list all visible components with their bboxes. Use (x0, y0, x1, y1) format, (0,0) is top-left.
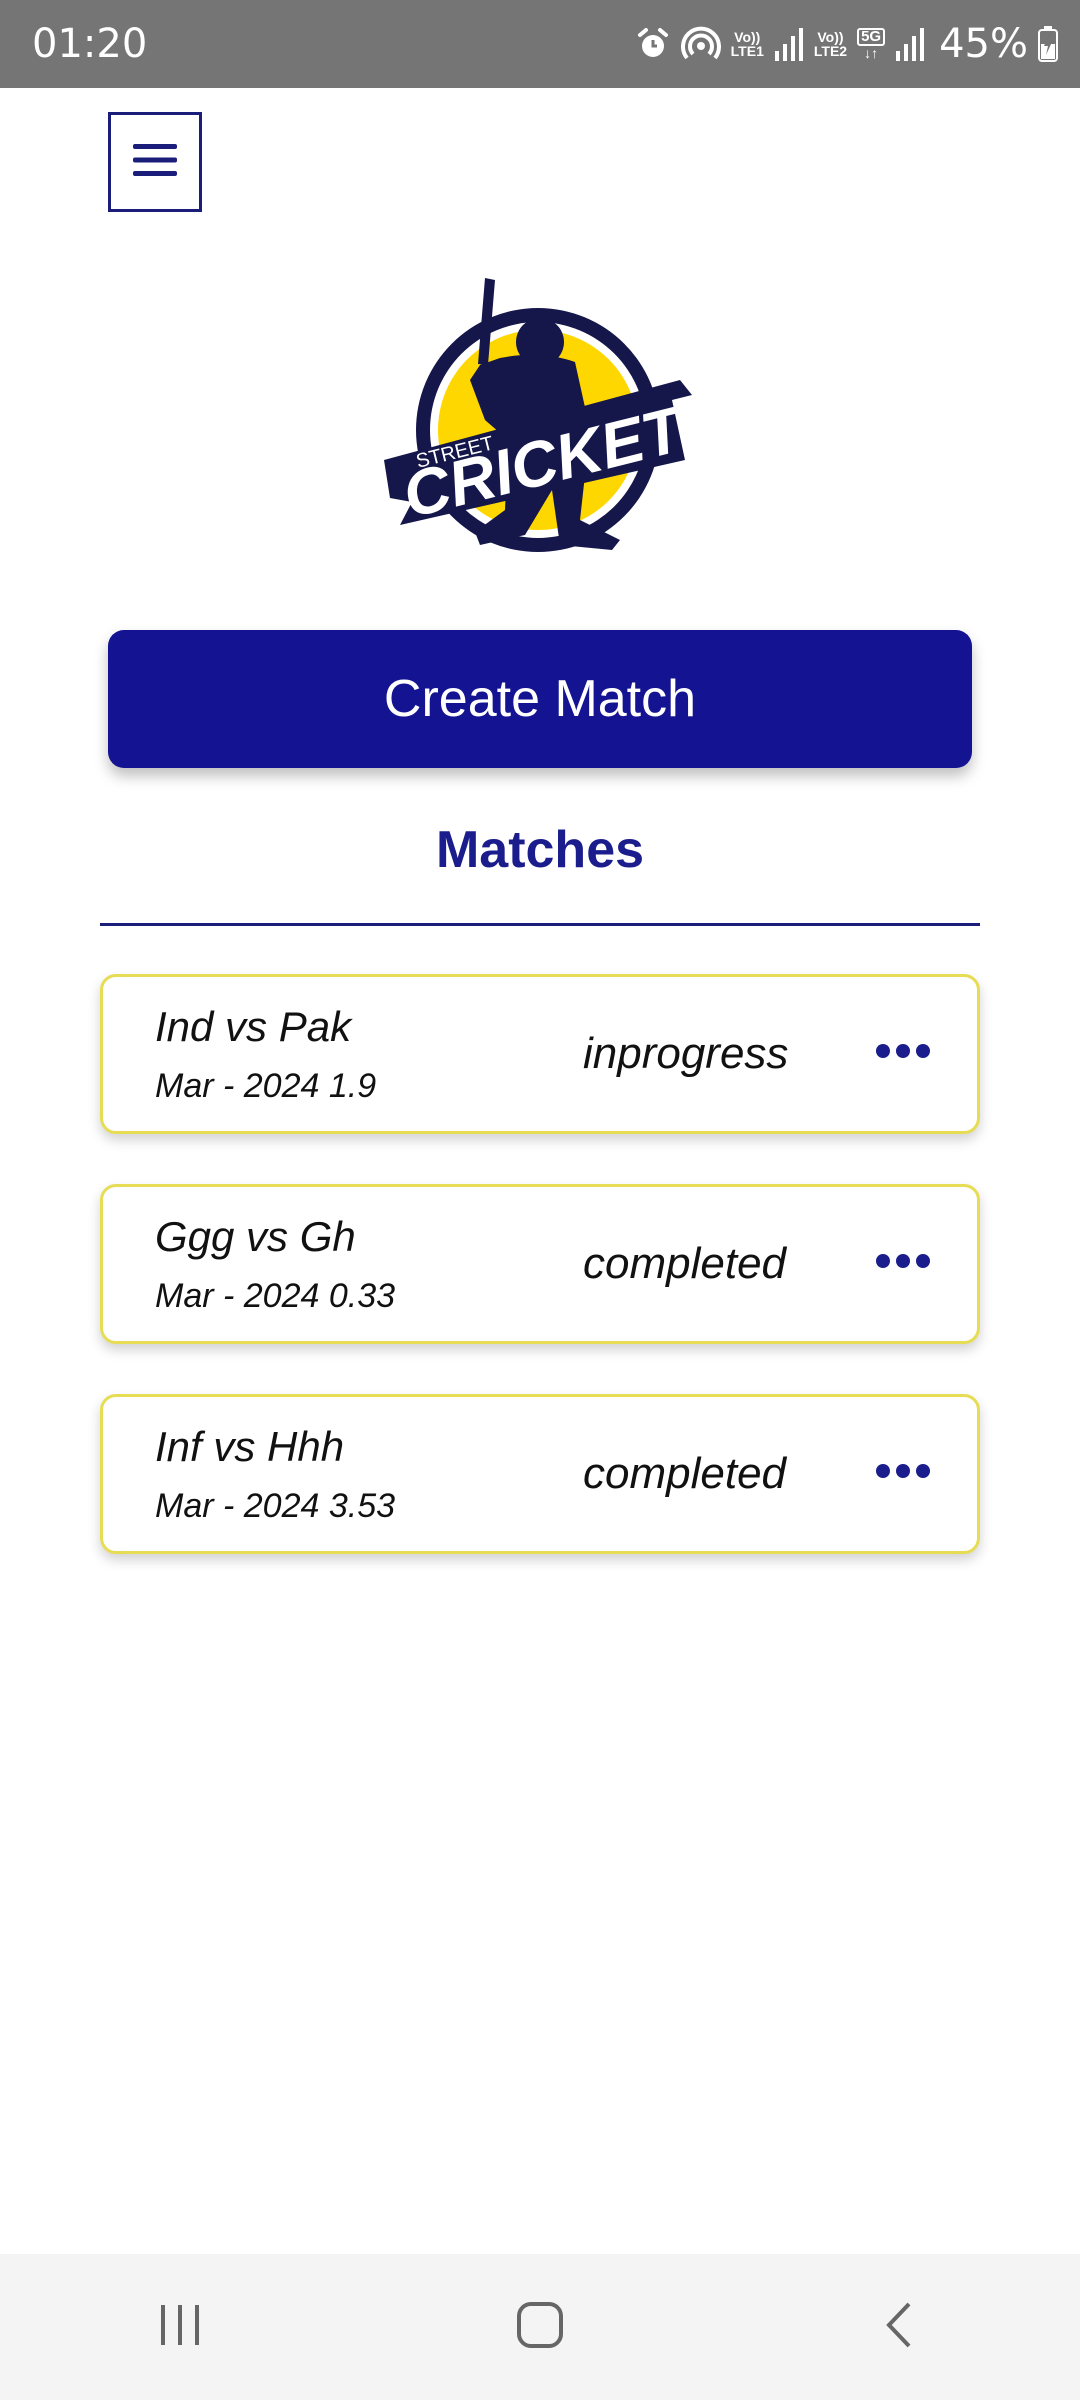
match-date: Mar - 2024 1.9 (155, 1067, 377, 1105)
more-horizontal-icon (875, 1463, 931, 1484)
match-card[interactable]: Ind vs Pak Mar - 2024 1.9 inprogress (100, 974, 980, 1134)
match-date: Mar - 2024 3.53 (155, 1487, 396, 1525)
back-icon (875, 2300, 925, 2355)
status-icons: Vo)) LTE1 Vo)) LTE2 5G ↓↑ 45% (635, 0, 1058, 88)
match-name: Ind vs Pak (155, 1003, 352, 1050)
signal-icon (774, 27, 804, 61)
signal-icon (895, 27, 925, 61)
more-options-button[interactable] (873, 1033, 933, 1073)
status-bar: 01:20 Vo)) LTE1 Vo)) LTE2 5G ↓↑ 45% (0, 0, 1080, 88)
divider (100, 923, 980, 926)
recents-icon (155, 2300, 205, 2355)
battery-charging-icon (1038, 26, 1058, 62)
sim1-label: Vo)) LTE1 (730, 29, 764, 59)
recents-button[interactable] (120, 2277, 240, 2377)
hamburger-menu-icon (133, 142, 177, 183)
street-cricket-logo: STREET CRICKET (380, 270, 700, 570)
home-button[interactable] (480, 2277, 600, 2377)
network-5g-badge: 5G ↓↑ (857, 28, 886, 61)
menu-button[interactable] (108, 112, 202, 212)
match-status: inprogress (583, 1029, 789, 1078)
matches-title: Matches (435, 821, 645, 879)
home-icon (515, 2300, 565, 2355)
match-name: Ggg vs Gh (155, 1213, 356, 1260)
match-status: completed (583, 1239, 787, 1288)
data-arrows-icon: ↓↑ (864, 45, 879, 61)
more-options-button[interactable] (873, 1243, 933, 1283)
more-options-button[interactable] (873, 1453, 933, 1493)
system-nav-bar (0, 2254, 1080, 2400)
alarm-icon (635, 26, 671, 62)
create-match-button[interactable]: Create Match (108, 630, 972, 768)
status-time: 01:20 (32, 21, 148, 67)
more-horizontal-icon (875, 1043, 931, 1064)
battery-percent: 45% (939, 21, 1028, 67)
match-name: Inf vs Hhh (155, 1423, 345, 1470)
match-card[interactable]: Inf vs Hhh Mar - 2024 3.53 completed (100, 1394, 980, 1554)
match-card[interactable]: Ggg vs Gh Mar - 2024 0.33 completed (100, 1184, 980, 1344)
match-date: Mar - 2024 0.33 (155, 1277, 396, 1315)
back-button[interactable] (840, 2277, 960, 2377)
sim2-label: Vo)) LTE2 (813, 29, 848, 59)
hotspot-icon (680, 24, 721, 64)
match-status: completed (583, 1449, 787, 1498)
more-horizontal-icon (875, 1253, 931, 1274)
match-list: Ind vs Pak Mar - 2024 1.9 inprogress Ggg… (100, 974, 980, 1604)
